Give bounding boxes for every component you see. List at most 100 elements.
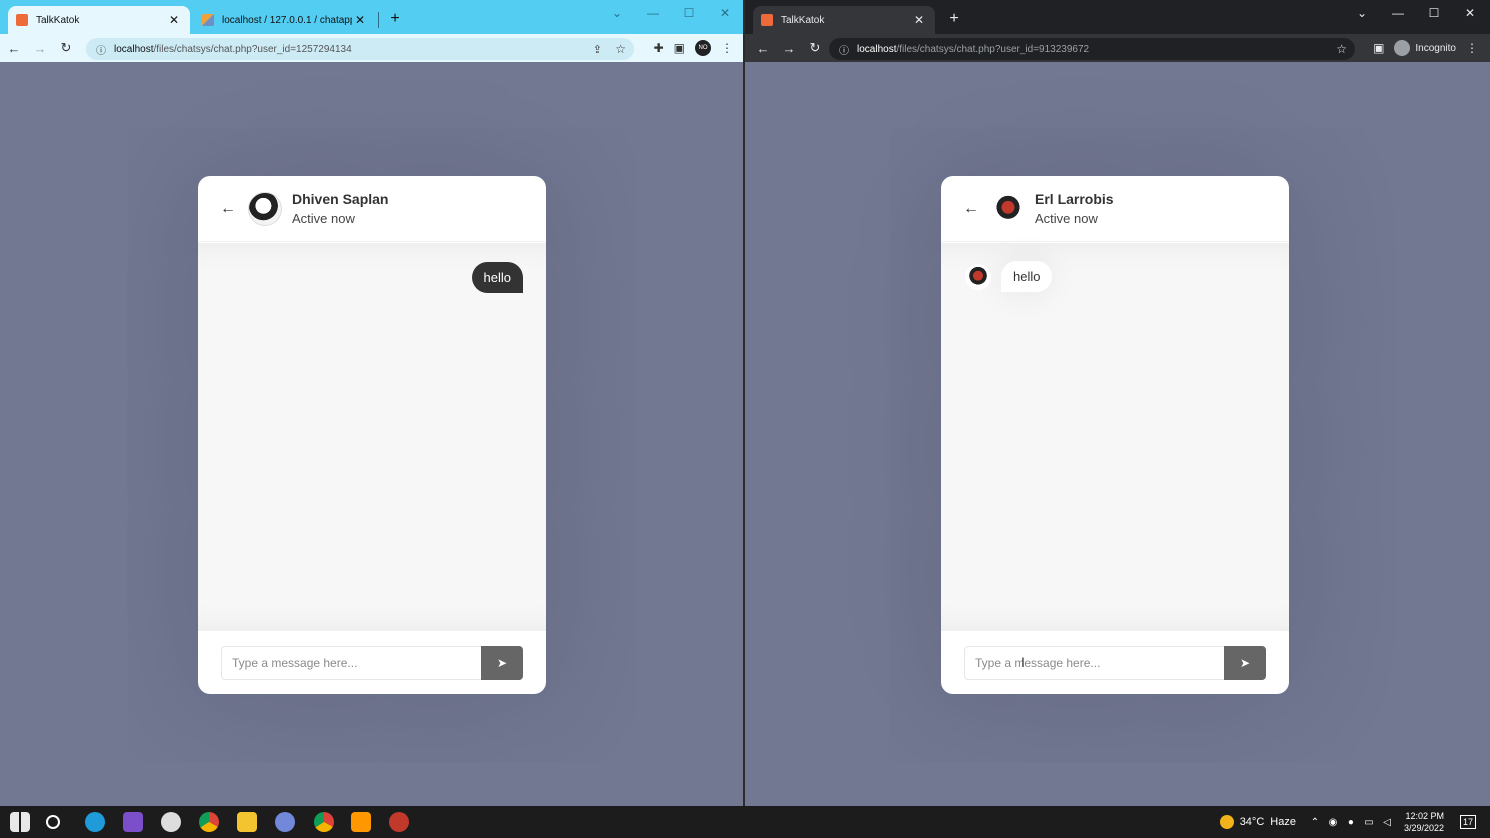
search-icon[interactable] [46,815,60,829]
paper-plane-icon: ➤ [496,656,508,670]
contact-status: Active now [292,211,355,226]
close-tab-icon[interactable]: ✕ [352,13,368,27]
contact-name: Dhiven Saplan [292,191,389,207]
close-tab-icon[interactable]: ✕ [166,13,182,27]
tab-title: localhost / 127.0.0.1 / chatapp / ... [222,14,352,26]
address-bar[interactable]: ⓘ localhost/files/chatsys/chat.php?user_… [86,38,634,60]
typing-area: Type a message here... ➤ [221,646,523,680]
sublime-text-icon[interactable] [351,812,371,832]
contact-avatar [991,191,1025,226]
minimize-button[interactable]: — [1380,4,1416,22]
chat-card: ← Dhiven Saplan Active now hello Type a … [198,176,546,694]
tab-talkkatok[interactable]: TalkKatok ✕ [8,6,190,34]
clock-time: 12:02 PM [1405,811,1444,821]
maximize-button[interactable]: ☐ [1416,4,1452,22]
share-icon[interactable]: ⇪ [593,43,602,56]
app-icon[interactable] [389,812,409,832]
chevron-up-icon[interactable]: ⌃ [1308,817,1322,828]
close-window-button[interactable]: ✕ [707,4,743,22]
windows-start-icon[interactable] [10,812,30,832]
incognito-indicator[interactable]: Incognito [1394,40,1456,56]
page-viewport: ← Erl Larrobis Active now hello Type a m… [745,62,1490,806]
visual-studio-icon[interactable] [123,812,143,832]
reload-icon[interactable]: ↻ [54,40,78,56]
camera-icon[interactable]: ◉ [1326,817,1340,828]
browser-toolbar: ← → ↻ ⓘ localhost/files/chatsys/chat.php… [745,34,1490,62]
app-icon[interactable] [161,812,181,832]
new-tab-button[interactable]: + [384,8,406,30]
edge-browser-icon[interactable] [85,812,105,832]
contact-name: Erl Larrobis [1035,191,1114,207]
chat-messages[interactable]: hello [941,243,1289,631]
paper-plane-icon: ➤ [1239,656,1251,670]
tab-title: TalkKatok [36,14,80,26]
contact-details: Erl Larrobis Active now [1035,191,1114,226]
address-bar[interactable]: ⓘ localhost/files/chatsys/chat.php?user_… [829,38,1355,60]
send-button[interactable]: ➤ [1224,646,1266,680]
info-icon[interactable]: ⓘ [96,42,110,57]
notification-icon[interactable]: 17 [1460,815,1476,829]
profile-avatar[interactable]: NO [695,40,711,56]
side-panel-icon[interactable]: ▣ [674,41,685,55]
info-icon[interactable]: ⓘ [839,42,853,57]
bookmark-star-icon[interactable]: ☆ [1336,42,1347,56]
chrome-profile-icon[interactable] [304,806,344,838]
forward-arrow-icon[interactable]: → [777,41,801,56]
menu-kebab-icon[interactable]: ⋮ [1466,41,1478,55]
close-window-button[interactable]: ✕ [1452,4,1488,22]
reload-icon[interactable]: ↻ [803,40,827,56]
toolbar-actions: ✚ ▣ NO ⋮ [654,34,733,62]
weather-widget[interactable]: 34°C Haze [1219,815,1296,829]
back-arrow-icon[interactable]: ← [751,41,775,56]
file-explorer-icon[interactable] [237,812,257,832]
message-input[interactable]: Type a message here... [964,646,1224,680]
tab-talkkatok[interactable]: TalkKatok ✕ [753,6,935,34]
side-panel-icon[interactable]: ▣ [1373,41,1384,55]
chat-header: ← Erl Larrobis Active now [941,176,1289,242]
minimize-button[interactable]: — [635,4,671,22]
microphone-icon[interactable]: ● [1344,817,1358,828]
clock-date: 3/29/2022 [1403,823,1444,833]
window-controls: ⌄ — ☐ ✕ [599,4,743,22]
extensions-icon[interactable]: ✚ [654,41,664,55]
menu-kebab-icon[interactable]: ⋮ [721,41,733,55]
url-path: /files/chatsys/chat.php?user_id=91323967… [896,43,1090,55]
contact-details: Dhiven Saplan Active now [292,191,388,226]
chat-header: ← Dhiven Saplan Active now [198,176,546,242]
close-tab-icon[interactable]: ✕ [911,13,927,27]
contact-avatar [248,191,282,226]
windows-taskbar: 34°C Haze ⌃ ◉ ● ▭ ◁ 12:02 PM 3/29/2022 1… [0,806,1490,838]
typing-area: Type a message here... ➤ [964,646,1266,680]
talkkatok-favicon-icon [761,14,773,26]
tab-search-icon[interactable]: ⌄ [599,4,635,22]
right-browser-window: TalkKatok ✕ + ⌄ — ☐ ✕ ← → ↻ ⓘ localhost /… [745,0,1490,806]
chrome-icon[interactable] [199,812,219,832]
chat-card: ← Erl Larrobis Active now hello Type a m… [941,176,1289,694]
back-arrow-icon[interactable]: ← [220,200,238,218]
volume-icon[interactable]: ◁ [1380,817,1394,828]
network-icon[interactable]: ▭ [1362,817,1376,828]
incoming-message-row: hello [965,261,1053,292]
message-input[interactable]: Type a message here... [221,646,481,680]
new-tab-button[interactable]: + [943,8,965,30]
maximize-button[interactable]: ☐ [671,4,707,22]
weather-temp: 34°C [1239,816,1265,828]
clock[interactable]: 12:02 PM 3/29/2022 [1404,810,1444,834]
outgoing-message: hello [471,262,523,293]
tab-strip: TalkKatok ✕ localhost / 127.0.0.1 / chat… [0,0,743,34]
tab-phpmyadmin[interactable]: localhost / 127.0.0.1 / chatapp / ... ✕ [194,6,379,34]
back-arrow-icon[interactable]: ← [963,200,981,218]
url-host: localhost [857,43,897,55]
discord-icon[interactable] [275,812,295,832]
back-arrow-icon[interactable]: ← [2,41,26,56]
chat-messages[interactable]: hello [198,243,546,631]
forward-arrow-icon[interactable]: → [28,41,52,56]
send-button[interactable]: ➤ [481,646,523,680]
url-path: /files/chatsys/chat.php?user_id=12572941… [153,43,352,55]
phpmyadmin-favicon-icon [202,14,214,26]
page-viewport: ← Dhiven Saplan Active now hello Type a … [0,62,743,806]
contact-status: Active now [1035,211,1098,226]
tab-search-icon[interactable]: ⌄ [1344,4,1380,22]
window-controls: ⌄ — ☐ ✕ [1344,4,1488,22]
bookmark-star-icon[interactable]: ☆ [615,42,626,56]
